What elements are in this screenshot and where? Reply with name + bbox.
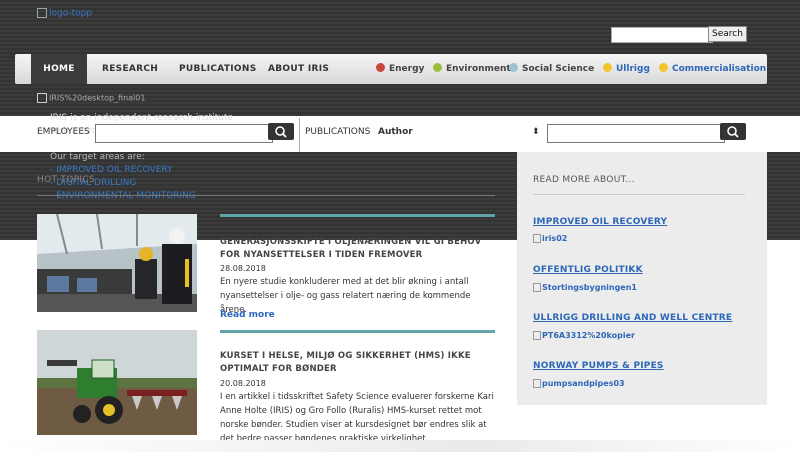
energy-dot-icon <box>376 63 385 72</box>
nav-home[interactable]: HOME <box>31 54 87 84</box>
article-title[interactable]: KURSET I HELSE, MILJØ OG SIKKERHET (HMS)… <box>220 350 495 376</box>
main-navigation: HOME RESEARCH PUBLICATIONS ABOUT IRIS En… <box>15 54 767 84</box>
sidebar-image-stortingsbygningen1[interactable]: Stortingsbygningen1 <box>533 283 637 292</box>
promo-image-alt: IRIS%20desktop_final01 <box>49 93 146 103</box>
sidebar-link-offentlig-politikk[interactable]: OFFENTLIG POLITIKK <box>533 265 643 275</box>
read-more-link[interactable]: Read more <box>220 310 275 320</box>
select-arrows-icon: ⬍ <box>532 127 540 137</box>
broken-image-icon <box>533 234 541 243</box>
bottom-fade <box>0 440 800 452</box>
search-icon <box>275 126 287 138</box>
employees-search-input[interactable] <box>95 124 273 143</box>
nav-about-iris[interactable]: ABOUT IRIS <box>268 54 329 84</box>
article-date: 20.08.2018 <box>220 379 266 388</box>
broken-image-icon <box>533 379 541 388</box>
site-search-input[interactable] <box>611 27 713 43</box>
employees-label: EMPLOYEES <box>37 127 90 137</box>
sidebar-image-alt: Stortingsbygningen1 <box>542 283 637 292</box>
hot-topics-title: HOT TOPICS <box>37 175 95 185</box>
article-image-tractor[interactable] <box>37 330 197 435</box>
sidebar-image-pt6a3312[interactable]: PT6A3312%20kopier <box>533 331 635 340</box>
article-accent-bar <box>220 330 495 333</box>
sidebar-link-improved-oil-recovery[interactable]: IMPROVED OIL RECOVERY <box>533 217 667 227</box>
article-item: KURSET I HELSE, MILJØ OG SIKKERHET (HMS)… <box>37 330 497 450</box>
ullrigg-dot-icon <box>603 63 612 72</box>
nav-research[interactable]: RESEARCH <box>102 54 158 84</box>
sidebar-image-iris02[interactable]: iris02 <box>533 234 567 243</box>
employees-search-button[interactable] <box>268 123 294 140</box>
hot-topics-rule <box>37 195 495 196</box>
sector-social-science[interactable]: Social Science <box>509 54 594 84</box>
sector-energy[interactable]: Energy <box>376 54 424 84</box>
read-more-sidebar: READ MORE ABOUT... IMPROVED OIL RECOVERY… <box>517 152 767 405</box>
logo-alt-text: logo-topp <box>49 8 93 19</box>
sidebar-link-norway-pumps-pipes[interactable]: NORWAY PUMPS & PIPES <box>533 361 664 371</box>
sector-commercialisation-label: Commercialisation <box>672 64 767 74</box>
target-link-oil-recovery[interactable]: - IMPROVED OIL RECOVERY <box>50 165 173 175</box>
article-item: GENERASJONSSKIFTE I OLJENÆRINGEN VIL GI … <box>37 213 497 324</box>
sidebar-title: READ MORE ABOUT... <box>533 175 635 185</box>
broken-image-icon <box>533 331 541 340</box>
broken-image-icon <box>533 283 541 292</box>
sidebar-image-pumpsandpipes03[interactable]: pumpsandpipes03 <box>533 379 625 388</box>
search-icon <box>727 126 739 138</box>
sector-environment-label: Environment <box>446 64 511 74</box>
sector-energy-label: Energy <box>389 64 425 74</box>
sector-social-science-label: Social Science <box>522 64 595 74</box>
publications-label: PUBLICATIONS <box>305 127 371 137</box>
filter-divider <box>299 118 300 152</box>
target-link-environmental-monitoring[interactable]: - ENVIRONMENTAL MONITORING <box>50 191 196 201</box>
broken-image-icon <box>37 93 47 103</box>
sidebar-image-alt: iris02 <box>542 234 568 243</box>
tractor-photo <box>37 330 197 435</box>
article-accent-bar <box>220 214 495 217</box>
article-date: 28.08.2018 <box>220 264 266 273</box>
author-select[interactable]: Author <box>378 124 542 140</box>
sidebar-link-ullrigg[interactable]: ULLRIGG DRILLING AND WELL CENTRE <box>533 313 732 323</box>
environment-dot-icon <box>433 63 442 72</box>
sidebar-image-alt: PT6A3312%20kopier <box>542 331 635 340</box>
sidebar-rule <box>533 194 745 195</box>
social-science-dot-icon <box>509 63 518 72</box>
sector-ullrigg-label: Ullrigg <box>616 64 650 74</box>
control-room-photo <box>37 213 197 312</box>
publications-search-input[interactable] <box>547 124 725 143</box>
site-search-button[interactable]: Search <box>708 26 747 42</box>
commercialisation-dot-icon <box>659 63 668 72</box>
sector-ullrigg[interactable]: Ullrigg <box>603 54 650 84</box>
article-summary: I en artikkel i tidsskriftet Safety Scie… <box>220 392 494 444</box>
site-logo[interactable]: logo-topp <box>37 8 92 19</box>
promo-image: IRIS%20desktop_final01 <box>37 93 145 103</box>
nav-publications[interactable]: PUBLICATIONS <box>179 54 256 84</box>
article-image-control-room[interactable] <box>37 213 197 319</box>
broken-image-icon <box>37 8 47 18</box>
sector-commercialisation[interactable]: Commercialisation <box>659 54 766 84</box>
target-areas-label: Our target areas are: <box>50 152 145 162</box>
article-title[interactable]: GENERASJONSSKIFTE I OLJENÆRINGEN VIL GI … <box>220 236 495 262</box>
publications-search-button[interactable] <box>720 123 746 140</box>
sidebar-image-alt: pumpsandpipes03 <box>542 379 625 388</box>
sector-environment[interactable]: Environment <box>433 54 511 84</box>
